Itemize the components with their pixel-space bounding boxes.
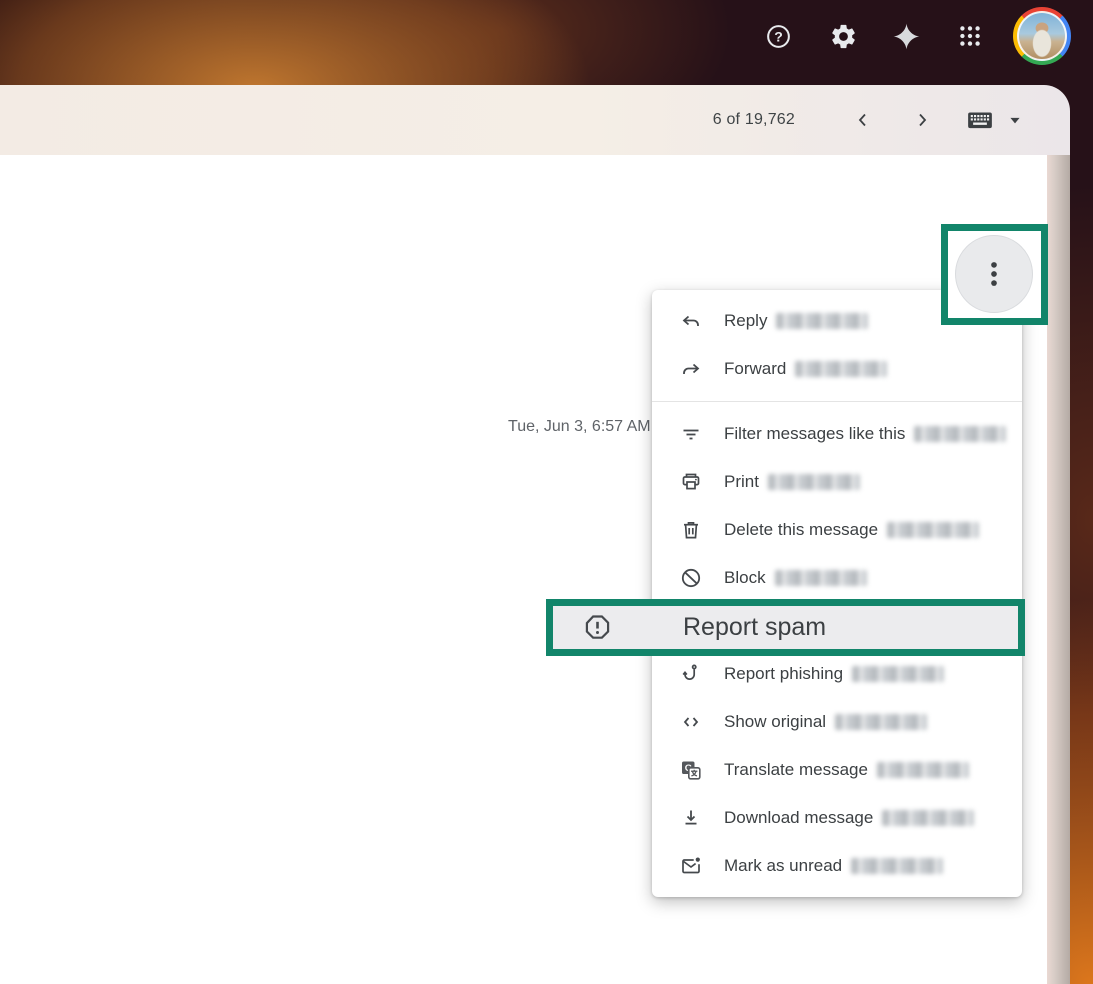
menu-item-label: Download message	[724, 808, 873, 828]
report-spam-highlighted-item[interactable]: Report spam	[553, 606, 1018, 649]
menu-item-label: Show original	[724, 712, 826, 732]
menu-item-mark-as-unread[interactable]: Mark as unread	[652, 842, 1022, 890]
code-icon	[679, 710, 703, 734]
settings-button[interactable]	[821, 14, 865, 58]
menu-item-label: Forward	[724, 359, 786, 379]
menu-item-label: Filter messages like this	[724, 424, 905, 444]
google-apps-button[interactable]	[948, 14, 992, 58]
caret-down-icon	[1005, 110, 1025, 130]
pagination-count: 6 of 19,762	[713, 85, 795, 155]
report-spam-icon	[582, 612, 613, 643]
translate-icon	[679, 758, 703, 782]
download-icon	[679, 806, 703, 830]
redacted-sender-name	[914, 426, 1006, 442]
menu-item-translate-message[interactable]: Translate message	[652, 746, 1022, 794]
help-icon	[765, 23, 792, 50]
reply-icon	[679, 309, 703, 333]
gear-icon	[829, 22, 858, 51]
older-button[interactable]	[900, 98, 944, 142]
redacted-sender-name	[852, 666, 944, 682]
redacted-sender-name	[768, 474, 860, 490]
input-tools-button[interactable]	[963, 98, 997, 142]
menu-item-show-original[interactable]: Show original	[652, 698, 1022, 746]
filter-icon	[679, 422, 703, 446]
menu-item-label: Print	[724, 472, 759, 492]
chevron-right-icon	[910, 108, 934, 132]
menu-item-filter-messages-like-this[interactable]: Filter messages like this	[652, 410, 1022, 458]
redacted-sender-name	[775, 570, 867, 586]
keyboard-icon	[965, 105, 995, 135]
avatar-photo	[1017, 11, 1067, 61]
mark-unread-icon	[679, 854, 703, 878]
redacted-sender-name	[795, 361, 887, 377]
help-button[interactable]	[756, 14, 800, 58]
menu-item-label: Translate message	[724, 760, 868, 780]
annotation-box-more-button	[941, 224, 1048, 325]
scrollbar-gutter[interactable]	[1047, 155, 1070, 984]
delete-icon	[679, 518, 703, 542]
redacted-sender-name	[835, 714, 927, 730]
menu-item-label: Mark as unread	[724, 856, 842, 876]
newer-button[interactable]	[841, 98, 885, 142]
apps-grid-icon	[957, 23, 983, 49]
annotation-box-report-spam: Report spam	[546, 599, 1025, 656]
forward-icon	[679, 357, 703, 381]
menu-item-label: Reply	[724, 311, 767, 331]
menu-item-label: Delete this message	[724, 520, 878, 540]
context-menu: Reply Forward Filter messages like this …	[652, 290, 1022, 897]
menu-item-forward[interactable]: Forward	[652, 345, 1022, 393]
phishing-icon	[679, 662, 703, 686]
menu-item-label: Report phishing	[724, 664, 843, 684]
context-menu-items: Reply Forward Filter messages like this …	[652, 297, 1022, 890]
gemini-sparkle-icon	[891, 21, 922, 52]
redacted-sender-name	[877, 762, 969, 778]
gemini-button[interactable]	[884, 14, 928, 58]
menu-item-download-message[interactable]: Download message	[652, 794, 1022, 842]
block-icon	[679, 566, 703, 590]
report-spam-label: Report spam	[683, 613, 826, 642]
gmail-header-bar	[0, 0, 1093, 85]
more-vertical-icon	[977, 257, 1011, 291]
more-options-button[interactable]	[955, 235, 1033, 313]
list-toolbar: 6 of 19,762	[0, 85, 1070, 155]
menu-item-print[interactable]: Print	[652, 458, 1022, 506]
redacted-sender-name	[882, 810, 974, 826]
redacted-sender-name	[887, 522, 979, 538]
gmail-screen: 6 of 19,762 Tue, Jun 3, 6:57 AM (1 day a…	[0, 0, 1093, 984]
menu-divider	[652, 401, 1022, 402]
menu-item-label: Block	[724, 568, 766, 588]
menu-item-block[interactable]: Block	[652, 554, 1022, 602]
chevron-left-icon	[851, 108, 875, 132]
input-tools-dropdown[interactable]	[1000, 98, 1030, 142]
menu-item-delete-this-message[interactable]: Delete this message	[652, 506, 1022, 554]
account-avatar[interactable]	[1013, 7, 1071, 65]
menu-item-report-phishing[interactable]: Report phishing	[652, 650, 1022, 698]
redacted-sender-name	[851, 858, 943, 874]
redacted-sender-name	[776, 313, 868, 329]
print-icon	[679, 470, 703, 494]
